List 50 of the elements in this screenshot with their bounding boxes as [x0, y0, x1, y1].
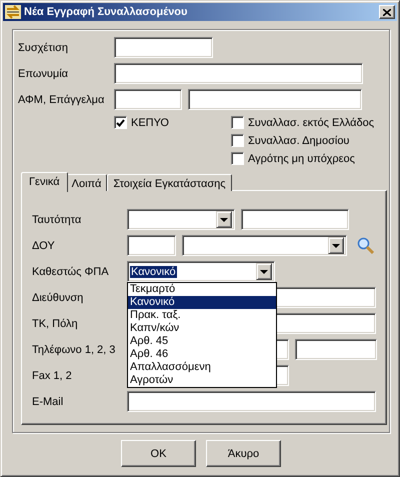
checkbox-label: Συναλλασ. εκτός Ελλάδος: [248, 116, 374, 128]
tab[interactable]: Γενικά: [21, 172, 68, 192]
field-label: Διεύθυνση: [32, 292, 84, 304]
field-label: Συσχέτιση: [18, 42, 69, 54]
dropdown-option[interactable]: Πρακ. ταξ.: [128, 309, 276, 322]
close-button[interactable]: [379, 5, 395, 19]
field-label: Καθεστώς ΦΠΑ: [32, 266, 110, 278]
dropdown-option[interactable]: Αρθ. 46: [128, 348, 276, 361]
search-icon[interactable]: [357, 237, 374, 254]
dropdown-button[interactable]: [328, 237, 344, 254]
checkbox-label: Αγρότης μη υπόχρεος: [248, 152, 355, 164]
combo-box[interactable]: [182, 235, 347, 256]
checkbox-label: ΚΕΠΥΟ: [131, 116, 169, 128]
text-field[interactable]: [241, 209, 349, 230]
combo-box[interactable]: [127, 209, 235, 230]
tab[interactable]: Λοιπά: [66, 174, 108, 191]
checkbox[interactable]: [114, 116, 127, 129]
window-title: Νέα Εγγραφή Συναλλασομένου: [24, 6, 188, 18]
close-icon: [383, 8, 391, 16]
field-label: Επωνυμία: [18, 68, 70, 80]
checkbox-label: Συναλλασ. Δημοσίου: [248, 134, 350, 146]
checkbox[interactable]: [231, 152, 244, 165]
dialog-button[interactable]: OK: [121, 440, 196, 467]
text-field[interactable]: [114, 37, 213, 58]
dropdown-option[interactable]: Αγροτών: [128, 374, 276, 387]
checkbox[interactable]: [231, 116, 244, 129]
dialog-button[interactable]: Άκυρο: [206, 440, 281, 467]
dropdown-button[interactable]: [256, 263, 272, 280]
field-label: Ταυτότητα: [32, 214, 82, 226]
field-label: Fax 1, 2: [32, 370, 73, 382]
text-field[interactable]: [188, 89, 362, 110]
dropdown-option[interactable]: Κανονικό: [128, 296, 276, 309]
field-label: ΑΦΜ, Επάγγελμα: [18, 94, 106, 106]
dropdown-option[interactable]: Αρθ. 45: [128, 335, 276, 348]
arrows-icon: [5, 5, 21, 19]
dropdown-option[interactable]: Απαλλασσόμενη: [128, 361, 276, 374]
text-field[interactable]: [114, 89, 182, 110]
field-label: Τηλέφωνο 1, 2, 3: [32, 344, 116, 356]
text-field[interactable]: [295, 339, 377, 360]
dropdown-button[interactable]: [216, 211, 232, 228]
field-label: E-Mail: [32, 396, 64, 408]
field-label: ΤΚ, Πόλη: [32, 318, 79, 330]
dropdown-option[interactable]: Τεκμαρτό: [128, 283, 276, 296]
checkbox[interactable]: [231, 134, 244, 147]
tab[interactable]: Στοιχεία Εγκατάστασης: [107, 174, 232, 191]
text-field[interactable]: [127, 235, 176, 256]
text-field[interactable]: [114, 63, 363, 84]
field-label: ΔΟΥ: [32, 240, 56, 252]
text-field[interactable]: [127, 391, 376, 412]
dropdown-option[interactable]: Καπν/κών: [128, 322, 276, 335]
